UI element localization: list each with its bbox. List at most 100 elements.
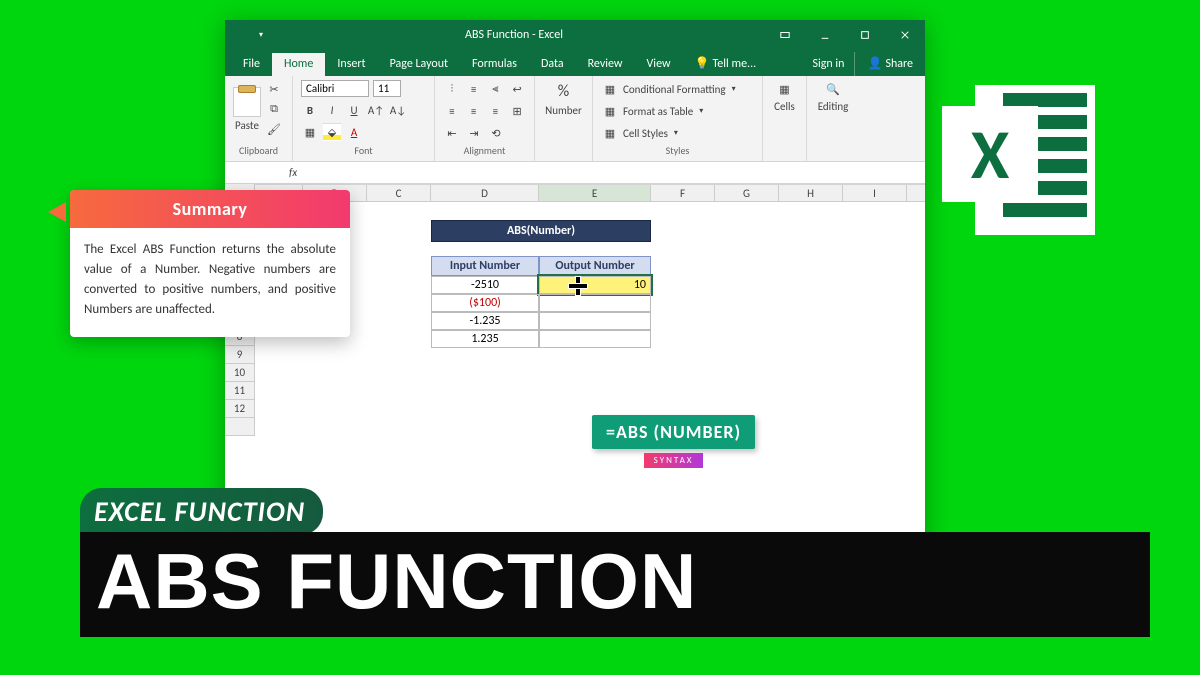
format-as-table-button[interactable]: ▦Format as Table▾: [601, 102, 754, 120]
titlebar: ▾ ABS Function - Excel: [225, 20, 925, 50]
borders-icon[interactable]: ▦: [301, 123, 319, 141]
percent-icon[interactable]: %: [551, 80, 577, 102]
summary-body: The Excel ABS Function returns the absol…: [70, 228, 350, 337]
maximize-icon[interactable]: [845, 20, 885, 50]
tab-review[interactable]: Review: [576, 53, 635, 76]
group-clipboard: Clipboard: [233, 144, 284, 157]
ribbon-tabs: File Home Insert Page Layout Formulas Da…: [225, 50, 925, 76]
cell-e4[interactable]: [539, 330, 651, 348]
excel-logo: X: [920, 60, 1150, 260]
cell-hdr-output[interactable]: Output Number: [539, 256, 651, 276]
cells-label[interactable]: Cells: [774, 100, 795, 113]
fill-color-icon[interactable]: ⬙: [323, 123, 341, 141]
col-g[interactable]: G: [715, 185, 779, 201]
underline-button[interactable]: U: [345, 101, 363, 119]
align-left-icon[interactable]: ≡: [443, 102, 461, 120]
conditional-formatting-button[interactable]: ▦Conditional Formatting▾: [601, 80, 754, 98]
cell-d3[interactable]: -1.235: [431, 312, 539, 330]
group-font: Font: [301, 144, 426, 157]
group-alignment: Alignment: [443, 144, 526, 157]
row-11[interactable]: 11: [225, 382, 254, 400]
group-styles: Styles: [601, 144, 754, 157]
align-right-icon[interactable]: ≡: [487, 102, 505, 120]
tab-data[interactable]: Data: [529, 53, 576, 76]
formula-input[interactable]: [303, 171, 925, 175]
cell-d2[interactable]: ($100): [431, 294, 539, 312]
conditional-formatting-icon: ▦: [601, 80, 619, 98]
editing-icon[interactable]: 🔍: [824, 80, 842, 98]
col-c[interactable]: C: [367, 185, 431, 201]
tab-tellme[interactable]: 💡Tell me...: [683, 52, 769, 76]
copy-icon[interactable]: ⧉: [265, 100, 283, 118]
align-middle-icon[interactable]: ≡: [465, 80, 483, 98]
tab-pagelayout[interactable]: Page Layout: [378, 53, 460, 76]
format-table-icon: ▦: [601, 102, 619, 120]
cell-e2[interactable]: [539, 294, 651, 312]
formula-bar: fx: [225, 162, 925, 184]
align-center-icon[interactable]: ≡: [465, 102, 483, 120]
col-d[interactable]: D: [431, 185, 539, 201]
decrease-indent-icon[interactable]: ⇤: [443, 124, 461, 142]
tab-insert[interactable]: Insert: [325, 53, 377, 76]
font-name-select[interactable]: [301, 80, 369, 97]
cell-e1-value: 10: [634, 278, 646, 292]
cell-d4[interactable]: 1.235: [431, 330, 539, 348]
syntax-label: SYNTAX: [644, 453, 704, 468]
col-h[interactable]: H: [779, 185, 843, 201]
ribbon-options-icon[interactable]: [765, 20, 805, 50]
row-13[interactable]: [225, 418, 254, 436]
row-12[interactable]: 12: [225, 400, 254, 418]
share-button[interactable]: 👤Share: [854, 52, 925, 76]
logo-x-icon: X: [944, 108, 1036, 200]
cut-icon[interactable]: ✂: [265, 80, 283, 98]
paste-icon[interactable]: [233, 87, 261, 117]
close-icon[interactable]: [885, 20, 925, 50]
font-color-icon[interactable]: A: [345, 123, 363, 141]
cell-d1[interactable]: -2510: [431, 276, 539, 294]
merge-icon[interactable]: ⊞: [508, 102, 526, 120]
minimize-icon[interactable]: [805, 20, 845, 50]
syntax-formula: =ABS (NUMBER): [592, 415, 755, 449]
ribbon: Paste ✂ ⧉ 🖌 Clipboard: [225, 76, 925, 162]
increase-indent-icon[interactable]: ⇥: [465, 124, 483, 142]
wrap-text-icon[interactable]: ↩: [508, 80, 526, 98]
align-top-icon[interactable]: ⫶: [443, 80, 461, 98]
bold-button[interactable]: B: [301, 101, 319, 119]
italic-button[interactable]: I: [323, 101, 341, 119]
cell-e1-selected[interactable]: 10: [539, 276, 651, 294]
summary-title: Summary: [70, 190, 350, 228]
cells-area[interactable]: ABS(Number) Input Number Output Number -…: [255, 202, 925, 568]
tab-file[interactable]: File: [231, 53, 272, 76]
cells-icon[interactable]: ▦: [776, 80, 794, 98]
window-title: ABS Function - Excel: [263, 28, 765, 42]
cell-abs-title[interactable]: ABS(Number): [431, 220, 651, 242]
col-i[interactable]: I: [843, 185, 907, 201]
footer-subtitle: EXCEL FUNCTION: [80, 488, 323, 535]
column-headers: B C D E F G H I: [255, 184, 925, 202]
decrease-font-icon[interactable]: A↓: [389, 101, 407, 119]
paste-label: Paste: [235, 119, 259, 132]
row-9[interactable]: 9: [225, 346, 254, 364]
orientation-icon[interactable]: ⟲: [487, 124, 505, 142]
editing-label[interactable]: Editing: [818, 100, 849, 113]
signin[interactable]: Sign in: [800, 53, 854, 76]
syntax-badge: =ABS (NUMBER) SYNTAX: [592, 415, 755, 468]
tab-home[interactable]: Home: [272, 53, 325, 76]
format-painter-icon[interactable]: 🖌: [265, 120, 283, 138]
cell-styles-icon: ▦: [601, 124, 619, 142]
tab-view[interactable]: View: [635, 53, 683, 76]
col-e[interactable]: E: [539, 185, 651, 201]
col-f[interactable]: F: [651, 185, 715, 201]
number-label[interactable]: Number: [545, 104, 582, 117]
align-bottom-icon[interactable]: ⫷: [487, 80, 505, 98]
fx-icon[interactable]: fx: [283, 166, 303, 179]
row-10[interactable]: 10: [225, 364, 254, 382]
tab-formulas[interactable]: Formulas: [460, 53, 529, 76]
footer-title: ABS FUNCTION: [80, 532, 1150, 637]
callout-arrow-icon: [48, 202, 66, 222]
font-size-select[interactable]: [373, 80, 401, 97]
cell-hdr-input[interactable]: Input Number: [431, 256, 539, 276]
cell-e3[interactable]: [539, 312, 651, 330]
increase-font-icon[interactable]: A↑: [367, 101, 385, 119]
cell-styles-button[interactable]: ▦Cell Styles▾: [601, 124, 754, 142]
